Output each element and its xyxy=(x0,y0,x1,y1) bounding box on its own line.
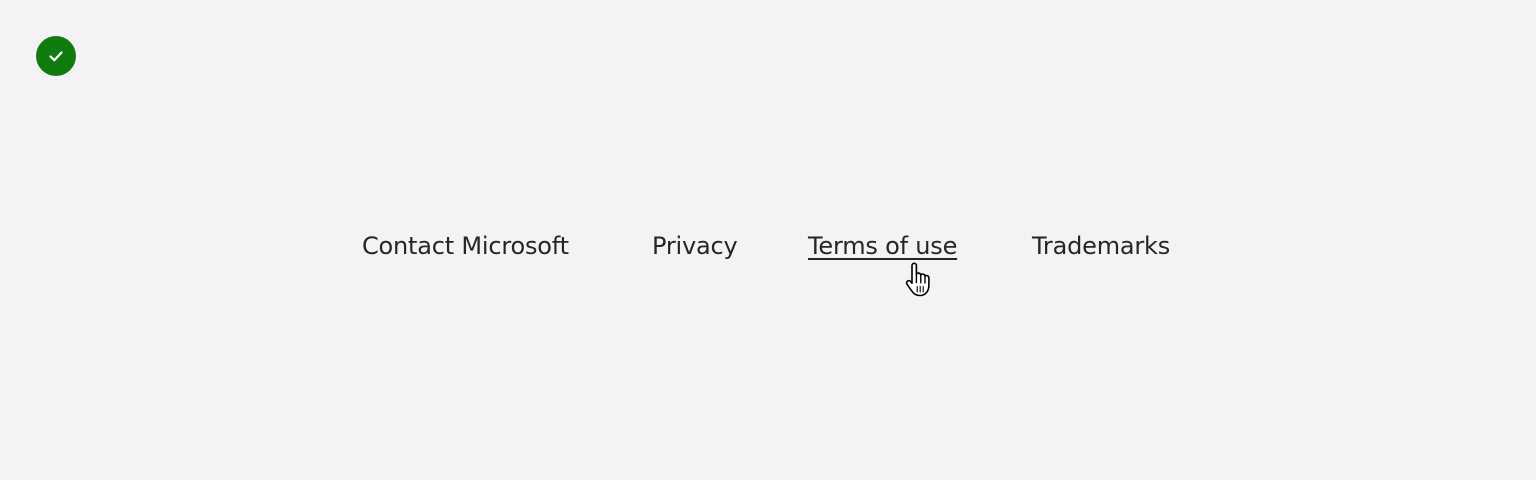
footer-links: Contact Microsoft Privacy Terms of use T… xyxy=(0,231,1536,265)
checkmark-circle-icon xyxy=(36,36,76,76)
hand-pointer-cursor-icon xyxy=(905,262,930,297)
checkmark-icon xyxy=(49,51,63,62)
terms-of-use-link[interactable]: Terms of use xyxy=(808,231,957,261)
trademarks-link[interactable]: Trademarks xyxy=(1032,231,1170,261)
contact-microsoft-link[interactable]: Contact Microsoft xyxy=(362,231,569,261)
privacy-link[interactable]: Privacy xyxy=(652,231,738,261)
